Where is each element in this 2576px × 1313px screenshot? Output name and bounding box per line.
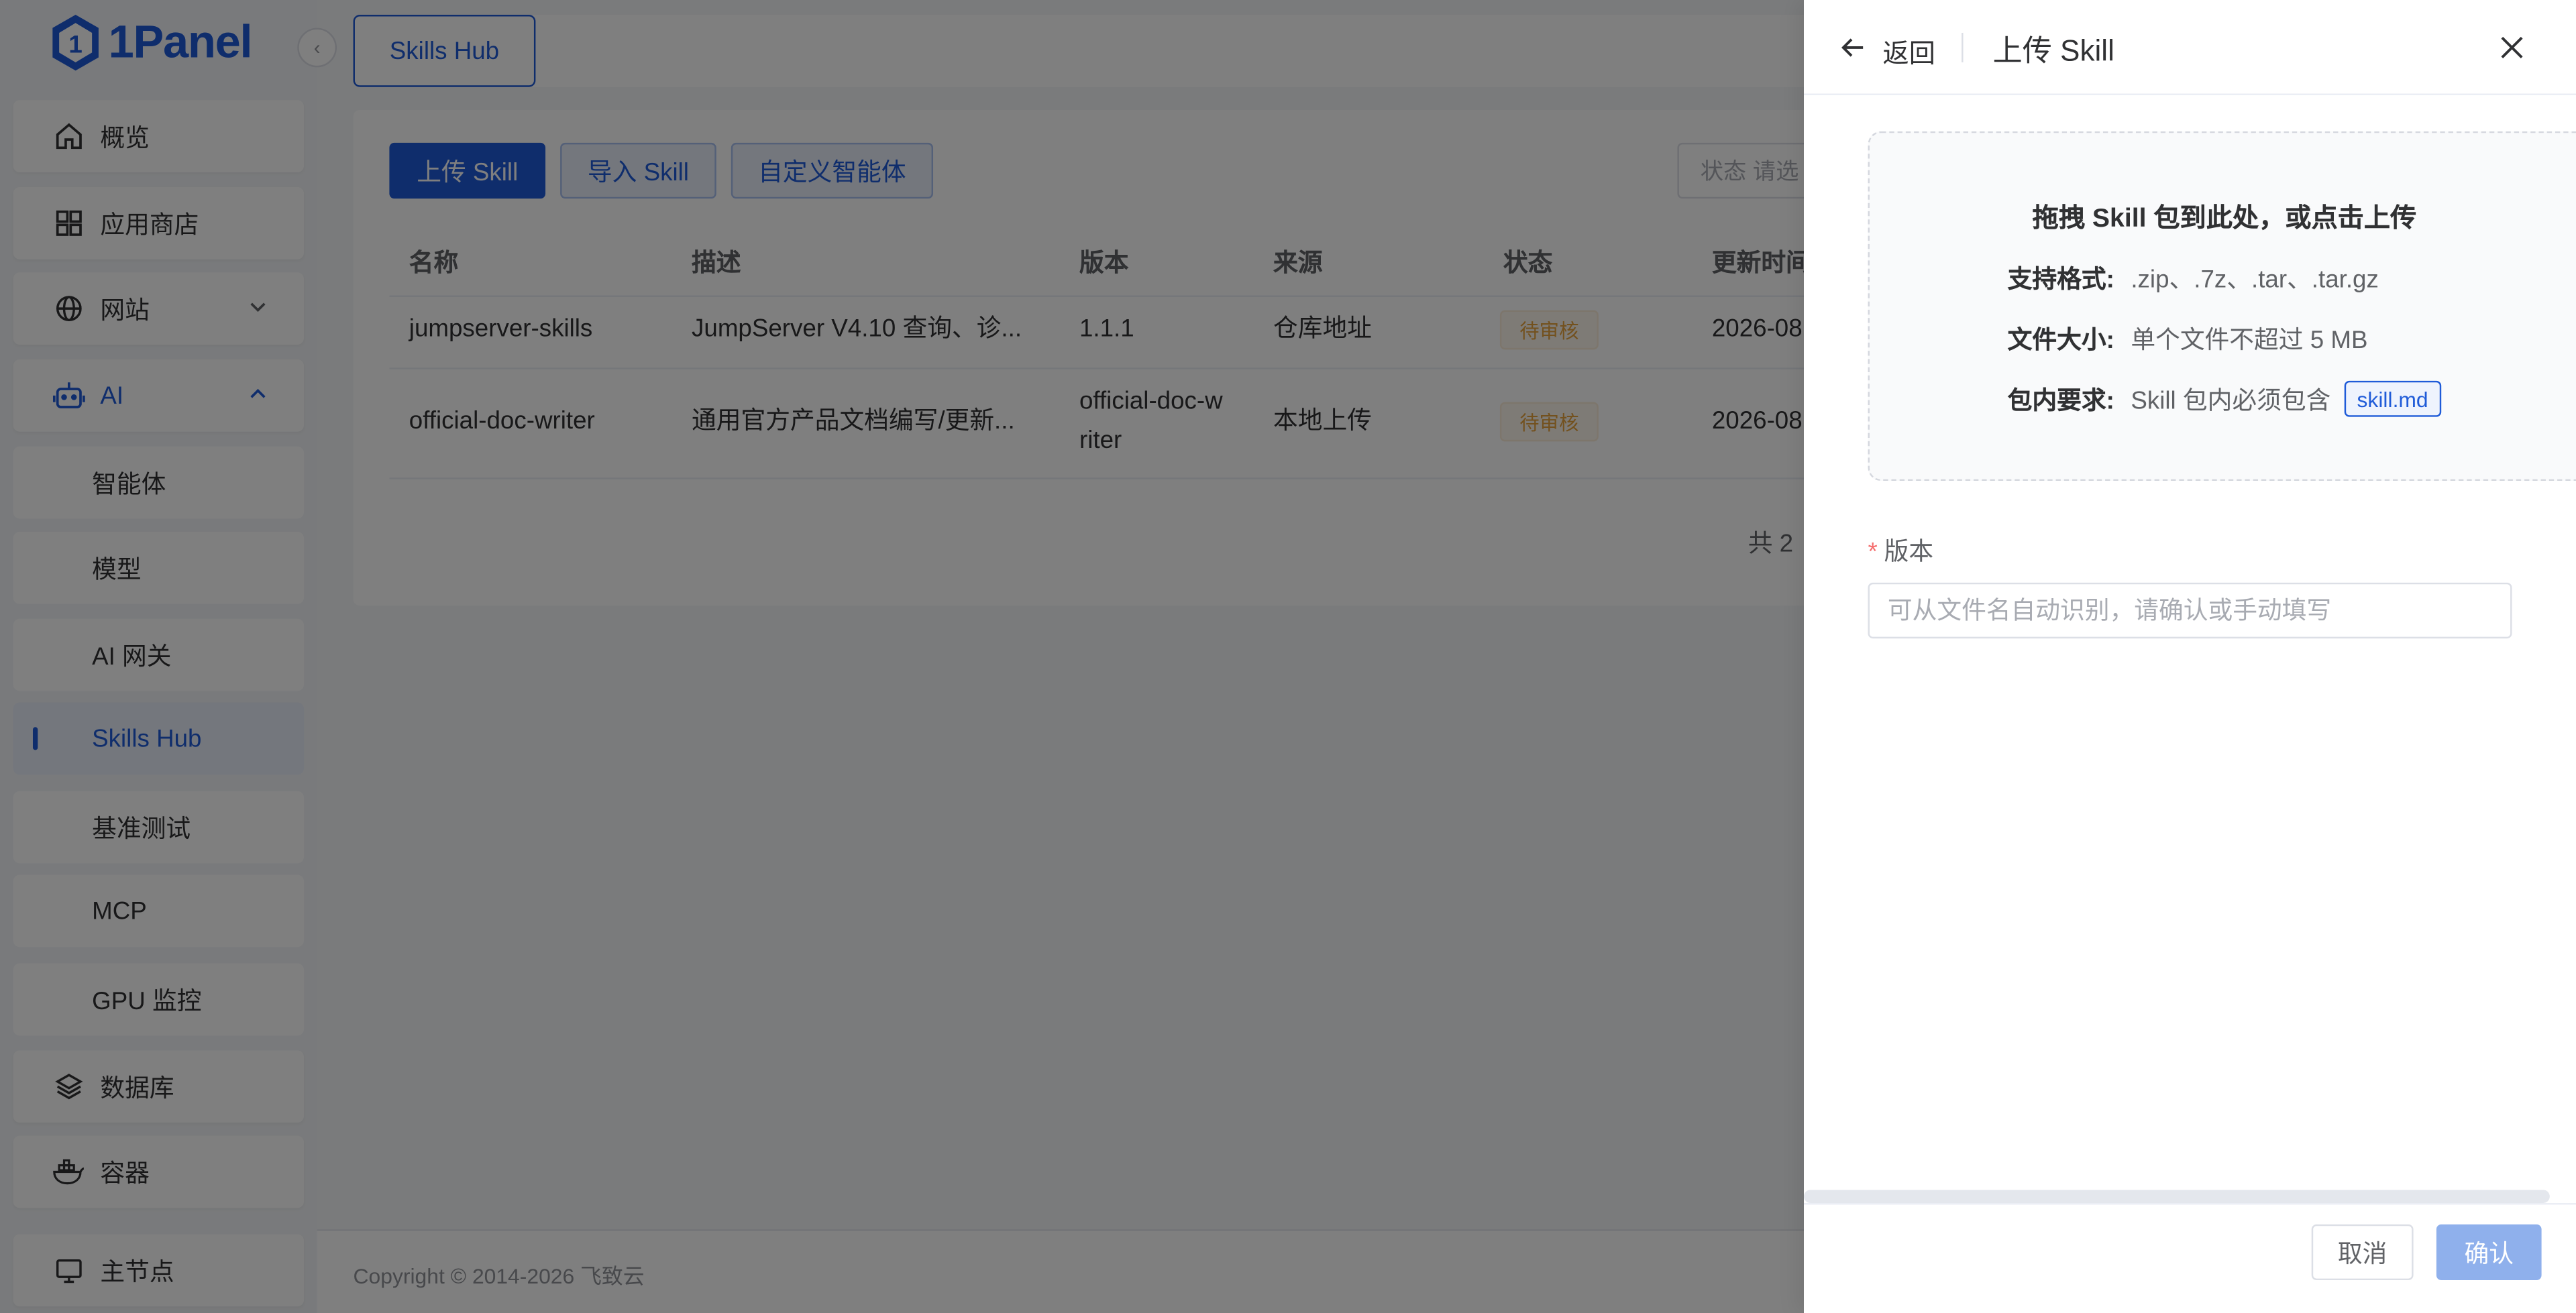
size-value: 单个文件不超过 5 MB <box>2131 327 2368 355</box>
requirement-label: 包内要求: <box>2007 386 2114 414</box>
cancel-button[interactable]: 取消 <box>2311 1224 2414 1281</box>
horizontal-scrollbar[interactable] <box>1804 1190 2550 1204</box>
formats-value: .zip、.7z、.tar、.tar.gz <box>2131 266 2379 294</box>
formats-row: 支持格式: .zip、.7z、.tar、.tar.gz <box>2008 261 2379 295</box>
modal-overlay[interactable] <box>0 0 1805 1313</box>
requirement-row: 包内要求: Skill 包内必须包含 skill.md <box>2007 380 2442 417</box>
required-marker: * <box>1868 538 1878 567</box>
header-divider <box>1962 32 1964 63</box>
confirm-button[interactable]: 确认 <box>2436 1224 2542 1281</box>
version-input[interactable] <box>1868 582 2512 639</box>
skill-md-tag: skill.md <box>2343 380 2442 417</box>
size-label: 文件大小: <box>2007 327 2114 355</box>
drawer-title: 上传 Skill <box>1992 34 2114 68</box>
back-arrow-icon[interactable] <box>1840 34 1866 60</box>
size-row: 文件大小: 单个文件不超过 5 MB <box>2008 322 2368 356</box>
requirement-value: Skill 包内必须包含 <box>2131 386 2331 414</box>
formats-label: 支持格式: <box>2007 266 2114 294</box>
back-button[interactable]: 返回 <box>1883 32 1935 71</box>
upload-instructions: 拖拽 Skill 包到此处，或点击上传 <box>2032 205 2417 233</box>
close-icon[interactable] <box>2497 33 2526 62</box>
upload-dropzone[interactable]: 拖拽 Skill 包到此处，或点击上传 支持格式: .zip、.7z、.tar、… <box>1868 131 2576 481</box>
version-label-text: 版本 <box>1884 538 1934 567</box>
upload-skill-drawer: 返回 上传 Skill 拖拽 Skill 包到此处，或点击上传 支持格式: .z… <box>1804 0 2576 1313</box>
version-label: * 版本 <box>1868 533 1934 567</box>
drawer-header: 返回 上传 Skill <box>1804 0 2576 95</box>
drawer-footer: 取消 确认 <box>1804 1203 2576 1313</box>
